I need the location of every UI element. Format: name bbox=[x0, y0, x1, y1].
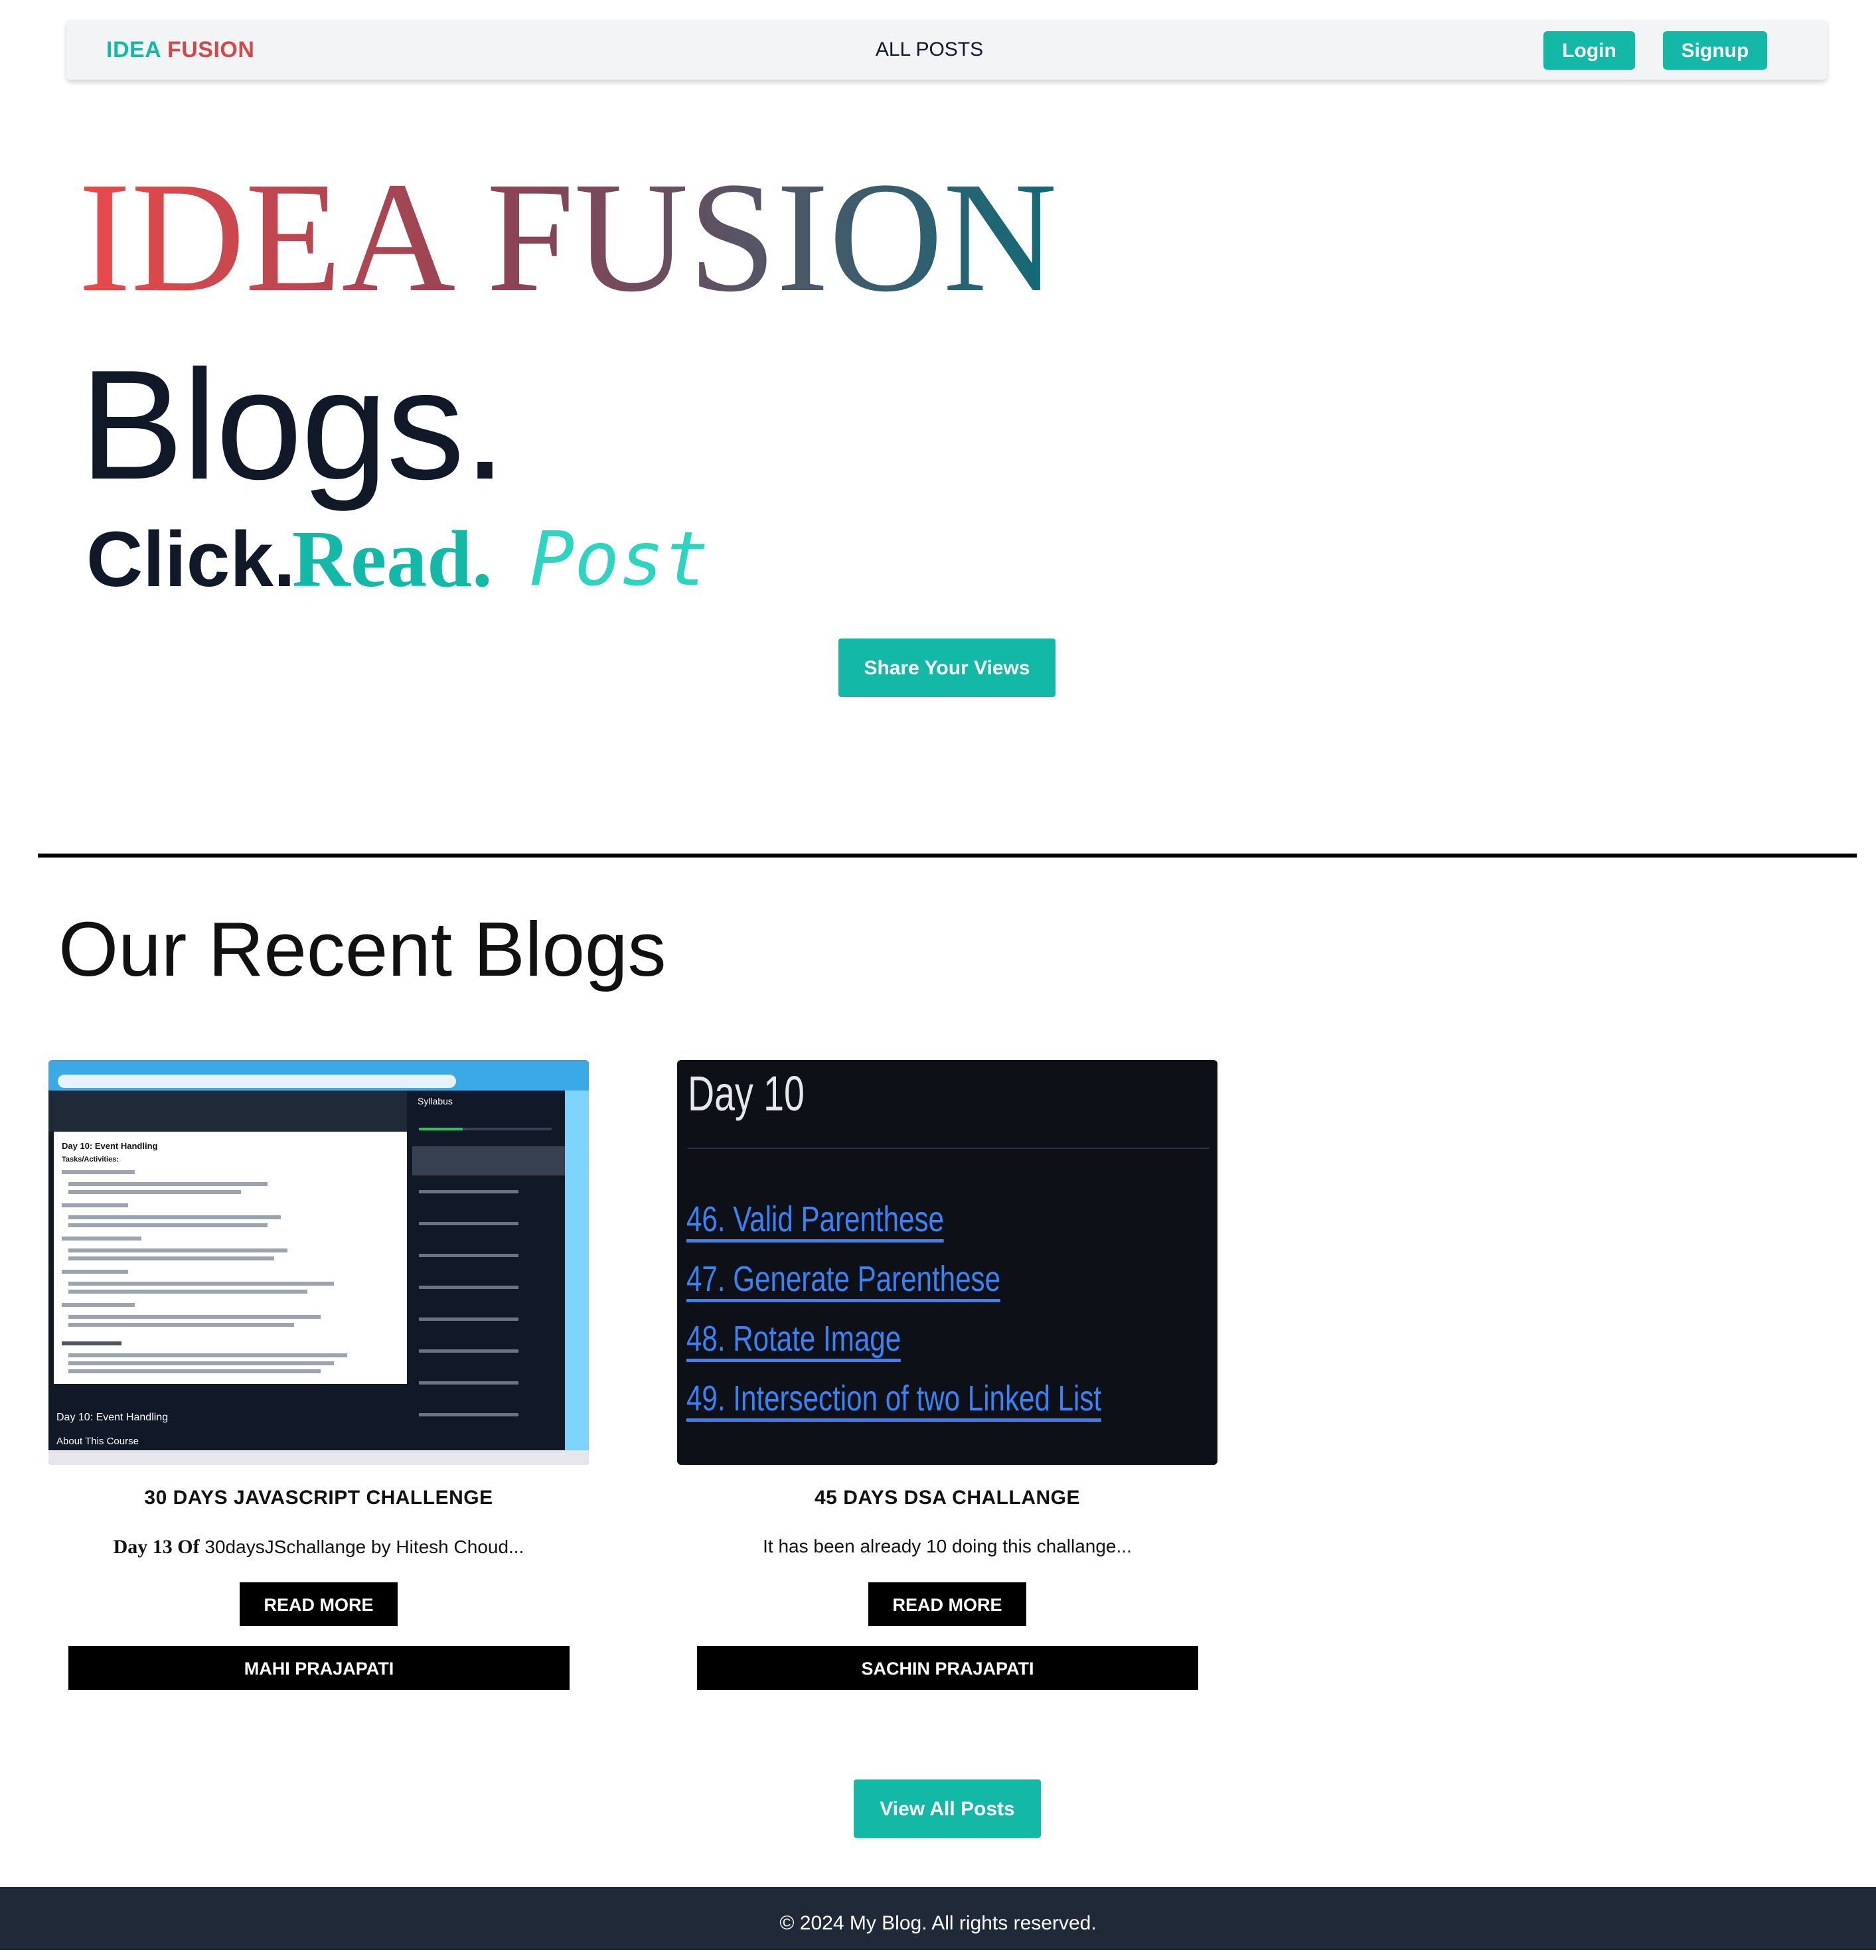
lower-title: Day 10: Event Handling bbox=[56, 1412, 169, 1423]
brand-word-fusion: FUSION bbox=[167, 37, 255, 62]
nav-all-posts-link[interactable]: ALL POSTS bbox=[843, 20, 1016, 80]
brand-logo[interactable]: IDEA FUSION bbox=[106, 20, 254, 80]
doc-line bbox=[68, 1223, 268, 1227]
author-button[interactable]: SACHIN PRAJAPATI bbox=[697, 1646, 1198, 1690]
doc-line bbox=[62, 1203, 128, 1207]
thumbnail-rule bbox=[688, 1148, 1210, 1149]
tagline-click: Click. bbox=[86, 516, 295, 603]
doc-line bbox=[68, 1315, 321, 1319]
navbar: IDEA FUSION ALL POSTS Login Signup bbox=[66, 20, 1827, 80]
doc-line bbox=[62, 1341, 121, 1345]
os-taskbar bbox=[48, 1450, 589, 1465]
doc-line bbox=[68, 1190, 241, 1194]
post-excerpt-text: 30daysJSchallange by Hitesh Choud... bbox=[204, 1537, 524, 1557]
post-thumbnail-2[interactable]: Day 10 46. Valid Parenthese 47. Generate… bbox=[677, 1060, 1217, 1465]
tagline-read: Read. bbox=[292, 514, 493, 604]
progress-fill bbox=[419, 1128, 463, 1130]
syllabus-panel: Syllabus bbox=[412, 1091, 565, 1450]
hero-subtitle: Blogs. bbox=[80, 337, 507, 512]
doc-line bbox=[68, 1182, 268, 1186]
course-document: Day 10: Event Handling Tasks/Activities: bbox=[54, 1132, 407, 1384]
doc-line bbox=[68, 1361, 334, 1365]
doc-line bbox=[68, 1353, 347, 1357]
syllabus-title: Syllabus bbox=[418, 1096, 453, 1106]
lower-subtitle: About This Course bbox=[56, 1436, 139, 1447]
doc-subtitle: Tasks/Activities: bbox=[62, 1156, 119, 1164]
thumbnail-day-heading: Day 10 bbox=[688, 1066, 805, 1121]
thumbnail-problem-item: 47. Generate Parenthese bbox=[686, 1259, 1001, 1302]
thumbnail-problem-item: 46. Valid Parenthese bbox=[686, 1199, 944, 1243]
syllabus-item bbox=[419, 1222, 518, 1225]
post-excerpt-text: It has been already 10 doing this challa… bbox=[763, 1536, 1132, 1556]
read-more-button[interactable]: READ MORE bbox=[868, 1582, 1026, 1626]
hero-title: IDEA FUSION bbox=[78, 145, 1057, 331]
doc-line bbox=[68, 1215, 281, 1219]
thumbnail-problem-item: 49. Intersection of two Linked List bbox=[686, 1379, 1102, 1422]
footer: © 2024 My Blog. All rights reserved. bbox=[0, 1887, 1876, 1950]
post-thumbnail-1[interactable]: Day 10: Event Handling Tasks/Activities:… bbox=[48, 1060, 589, 1465]
brand-word-idea: IDEA bbox=[106, 37, 161, 62]
syllabus-item bbox=[419, 1286, 518, 1289]
browser-address-bar bbox=[58, 1075, 456, 1088]
doc-line bbox=[68, 1248, 287, 1252]
syllabus-item bbox=[419, 1254, 518, 1257]
syllabus-item bbox=[419, 1190, 518, 1193]
doc-line bbox=[68, 1256, 274, 1260]
doc-line bbox=[68, 1323, 294, 1327]
doc-line bbox=[62, 1237, 141, 1241]
post-excerpt: It has been already 10 doing this challa… bbox=[677, 1536, 1217, 1557]
post-title: 45 DAYS DSA CHALLANGE bbox=[814, 1487, 1081, 1509]
progress-track bbox=[419, 1128, 552, 1130]
section-divider bbox=[38, 854, 1857, 858]
syllabus-item bbox=[419, 1381, 518, 1385]
login-button[interactable]: Login bbox=[1543, 31, 1635, 70]
doc-line bbox=[68, 1290, 307, 1294]
post-excerpt-bold: Day 13 Of bbox=[113, 1536, 200, 1558]
browser-side-strip bbox=[565, 1091, 589, 1450]
course-toolbar bbox=[48, 1091, 407, 1132]
syllabus-item bbox=[419, 1413, 518, 1416]
thumbnail-problem-item: 48. Rotate Image bbox=[686, 1319, 901, 1362]
doc-line bbox=[62, 1270, 128, 1274]
view-all-posts-button[interactable]: View All Posts bbox=[854, 1779, 1041, 1838]
doc-line bbox=[68, 1282, 334, 1286]
post-title: 30 DAYS JAVASCRIPT CHALLENGE bbox=[144, 1487, 493, 1509]
syllabus-active-item bbox=[412, 1146, 565, 1175]
doc-line bbox=[62, 1170, 135, 1174]
footer-copyright: © 2024 My Blog. All rights reserved. bbox=[779, 1912, 1097, 1934]
course-lower-panel: Day 10: Event Handling About This Course bbox=[48, 1384, 407, 1450]
syllabus-item bbox=[419, 1349, 518, 1353]
share-your-views-button[interactable]: Share Your Views bbox=[838, 639, 1055, 697]
syllabus-item bbox=[419, 1318, 518, 1321]
post-excerpt: Day 13 Of 30daysJSchallange by Hitesh Ch… bbox=[48, 1536, 589, 1558]
signup-button[interactable]: Signup bbox=[1663, 31, 1767, 70]
doc-line bbox=[68, 1369, 321, 1373]
read-more-button[interactable]: READ MORE bbox=[240, 1582, 398, 1626]
tagline-post: Post bbox=[530, 516, 709, 603]
author-button[interactable]: MAHI PRAJAPATI bbox=[68, 1646, 570, 1690]
recent-blogs-heading: Our Recent Blogs bbox=[58, 906, 666, 992]
doc-title: Day 10: Event Handling bbox=[62, 1141, 158, 1151]
doc-line bbox=[62, 1303, 135, 1307]
